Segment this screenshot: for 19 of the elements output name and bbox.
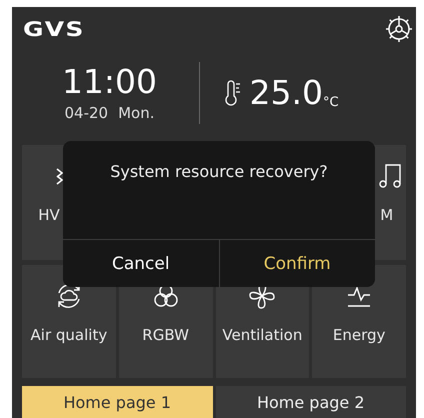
tile-label: RGBW — [142, 325, 189, 345]
clock-date: 04-20 — [64, 104, 108, 122]
home-page-tab[interactable]: Home page 1 — [22, 386, 212, 418]
tile-label: Energy — [332, 325, 386, 345]
confirm-button[interactable]: Confirm — [218, 240, 375, 287]
tile-label: M — [380, 205, 394, 225]
tile-label: Ventilation — [222, 325, 302, 345]
clock-time: 11:00 — [62, 63, 158, 102]
temperature-value: 25.0 — [250, 73, 323, 112]
home-page-tab[interactable]: Home page 2 — [216, 386, 406, 418]
clock-weekday: Mon. — [118, 104, 154, 122]
dialog-message: System resource recovery? — [110, 162, 328, 181]
tile-label: HV — [38, 205, 60, 225]
music-note-icon — [379, 164, 402, 188]
logo: GVS — [23, 16, 85, 41]
temperature-unit: °C — [322, 95, 339, 110]
settings-icon[interactable] — [385, 14, 413, 43]
tile-label: Air quality — [30, 325, 108, 345]
thermometer-icon — [224, 80, 242, 106]
